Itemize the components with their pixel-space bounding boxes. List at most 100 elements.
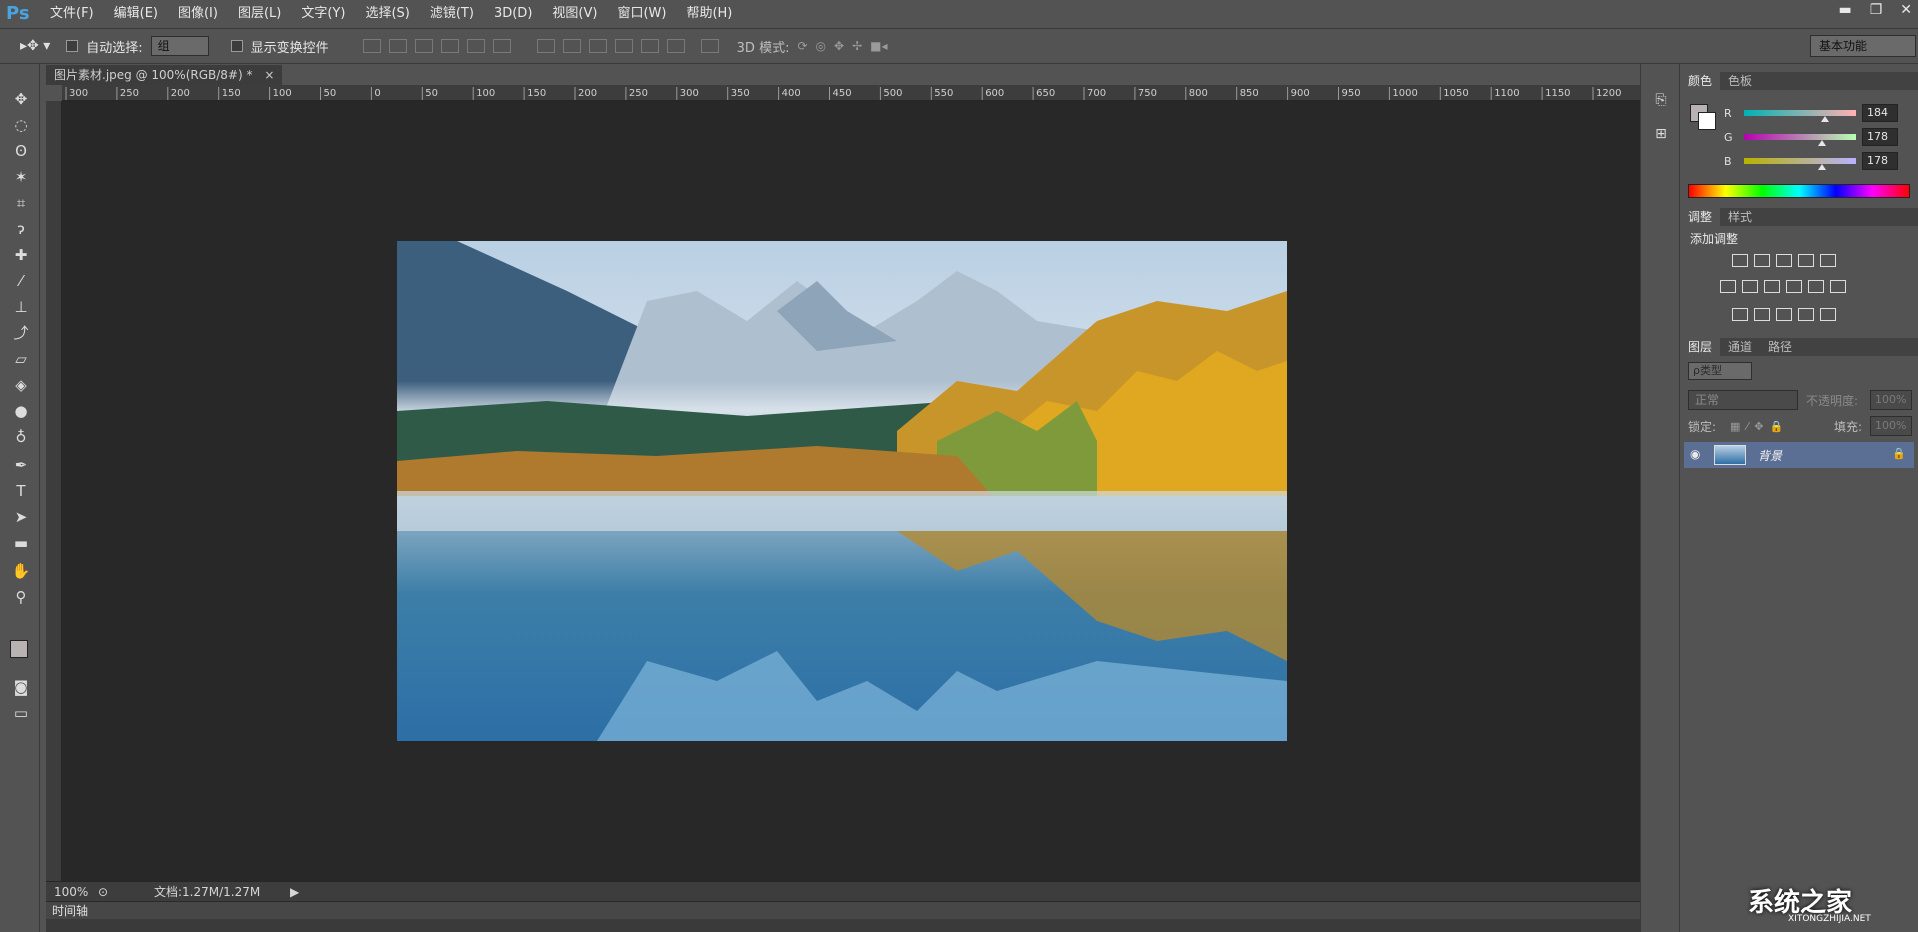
align-left-icon[interactable] bbox=[440, 39, 459, 53]
adjustment-12-icon[interactable] bbox=[1732, 308, 1748, 321]
adjustment-16-icon[interactable] bbox=[1820, 308, 1836, 321]
adjustment-11-icon[interactable] bbox=[1830, 280, 1846, 293]
pen-tool-icon[interactable]: ✒ bbox=[10, 454, 32, 476]
menu-layer[interactable]: 图层(L) bbox=[228, 0, 291, 28]
menu-select[interactable]: 选择(S) bbox=[355, 0, 419, 28]
timeline-panel-tab[interactable]: 时间轴 bbox=[46, 901, 1640, 919]
fill-field[interactable]: 100% bbox=[1870, 416, 1912, 436]
distribute-right-icon[interactable] bbox=[666, 39, 685, 53]
red-slider[interactable] bbox=[1744, 110, 1856, 122]
distribute-top-icon[interactable] bbox=[536, 39, 555, 53]
status-menu-arrow-icon[interactable]: ▶ bbox=[290, 882, 299, 902]
adjustment-4-icon[interactable] bbox=[1798, 254, 1814, 267]
vertical-ruler[interactable] bbox=[46, 101, 62, 881]
distribute-hcenter-icon[interactable] bbox=[640, 39, 659, 53]
menu-3d[interactable]: 3D(D) bbox=[484, 0, 542, 28]
3d-slide-icon[interactable]: ✢ bbox=[852, 39, 862, 53]
show-transform-checkbox[interactable] bbox=[230, 40, 243, 52]
dodge-tool-icon[interactable]: ♁ bbox=[10, 426, 32, 448]
tab-layers[interactable]: 图层 bbox=[1680, 338, 1721, 356]
tab-swatches[interactable]: 色板 bbox=[1720, 72, 1760, 90]
adjustment-6-icon[interactable] bbox=[1720, 280, 1736, 293]
distribute-bottom-icon[interactable] bbox=[588, 39, 607, 53]
blur-tool-icon[interactable]: ● bbox=[10, 400, 32, 422]
red-value[interactable]: 184 bbox=[1862, 104, 1898, 122]
menu-view[interactable]: 视图(V) bbox=[542, 0, 607, 28]
adjustment-5-icon[interactable] bbox=[1820, 254, 1836, 267]
color-spectrum-ramp[interactable] bbox=[1688, 184, 1910, 198]
distribute-vcenter-icon[interactable] bbox=[562, 39, 581, 53]
blue-value[interactable]: 178 bbox=[1862, 152, 1898, 170]
eyedropper-tool-icon[interactable]: ɂ bbox=[10, 218, 32, 240]
move-tool-preset-icon[interactable]: ▸✥ ▾ bbox=[20, 38, 50, 54]
distribute-left-icon[interactable] bbox=[614, 39, 633, 53]
menu-file[interactable]: 文件(F) bbox=[40, 0, 104, 28]
align-right-icon[interactable] bbox=[492, 39, 511, 53]
brush-tool-icon[interactable]: ⁄ bbox=[10, 270, 32, 292]
tab-styles[interactable]: 样式 bbox=[1720, 208, 1760, 226]
visibility-eye-icon[interactable]: ◉ bbox=[1690, 447, 1700, 461]
tab-color[interactable]: 颜色 bbox=[1680, 72, 1721, 90]
green-value[interactable]: 178 bbox=[1862, 128, 1898, 146]
menu-filter[interactable]: 滤镜(T) bbox=[420, 0, 484, 28]
paint-bucket-tool-icon[interactable]: ◈ bbox=[10, 374, 32, 396]
quick-mask-icon[interactable]: ◙ bbox=[10, 676, 32, 698]
blue-slider[interactable] bbox=[1744, 158, 1856, 170]
blue-slider-thumb[interactable] bbox=[1818, 164, 1827, 170]
auto-select-checkbox[interactable] bbox=[66, 40, 79, 52]
red-slider-thumb[interactable] bbox=[1820, 116, 1829, 122]
restore-button[interactable]: ❐ bbox=[1870, 2, 1883, 18]
lasso-tool-icon[interactable]: ʘ bbox=[10, 140, 32, 162]
menu-image[interactable]: 图像(I) bbox=[168, 0, 228, 28]
tab-adjustments[interactable]: 调整 bbox=[1680, 208, 1721, 226]
opacity-field[interactable]: 100% bbox=[1870, 390, 1912, 410]
menu-help[interactable]: 帮助(H) bbox=[676, 0, 742, 28]
layer-filter-dropdown[interactable]: ρ类型 bbox=[1688, 362, 1752, 380]
green-slider-thumb[interactable] bbox=[1818, 140, 1827, 146]
eraser-tool-icon[interactable]: ▱ bbox=[10, 348, 32, 370]
adjustment-10-icon[interactable] bbox=[1808, 280, 1824, 293]
3d-rotate-icon[interactable]: ⟳ bbox=[797, 39, 807, 53]
3d-scale-icon[interactable]: ■◂ bbox=[870, 39, 887, 53]
lock-icons[interactable]: ▦⁄✥🔒 bbox=[1730, 420, 1789, 433]
blend-mode-dropdown[interactable]: 正常 bbox=[1688, 390, 1798, 410]
hand-tool-icon[interactable]: ✋ bbox=[10, 560, 32, 582]
zoom-tool-icon[interactable]: ⚲ bbox=[10, 586, 32, 608]
adjustment-15-icon[interactable] bbox=[1798, 308, 1814, 321]
move-tool-icon[interactable]: ✥ bbox=[10, 88, 32, 110]
foreground-color-swatch[interactable] bbox=[10, 640, 28, 658]
tab-paths[interactable]: 路径 bbox=[1760, 338, 1800, 356]
auto-align-icon[interactable] bbox=[700, 39, 719, 53]
rectangle-tool-icon[interactable]: ▬ bbox=[10, 532, 32, 554]
clone-stamp-tool-icon[interactable]: ⊥ bbox=[10, 296, 32, 318]
3d-roll-icon[interactable]: ◎ bbox=[816, 39, 826, 53]
align-top-icon[interactable] bbox=[362, 39, 381, 53]
healing-brush-tool-icon[interactable]: ✚ bbox=[10, 244, 32, 266]
adjustment-2-icon[interactable] bbox=[1754, 254, 1770, 267]
color-background-swatch[interactable] bbox=[1698, 112, 1716, 130]
minimize-button[interactable]: ▬ bbox=[1838, 2, 1851, 18]
adjustment-3-icon[interactable] bbox=[1776, 254, 1792, 267]
adjustment-9-icon[interactable] bbox=[1786, 280, 1802, 293]
properties-panel-icon[interactable]: ⊞ bbox=[1651, 126, 1671, 146]
document-tab[interactable]: 图片素材.jpeg @ 100%(RGB/8#) * × bbox=[46, 65, 283, 85]
auto-select-dropdown[interactable]: 组 bbox=[150, 36, 209, 56]
close-document-icon[interactable]: × bbox=[264, 68, 274, 82]
magic-wand-tool-icon[interactable]: ✶ bbox=[10, 166, 32, 188]
adjustment-13-icon[interactable] bbox=[1754, 308, 1770, 321]
zoom-preview-icon[interactable]: ⊙ bbox=[98, 882, 108, 902]
history-brush-tool-icon[interactable]: ⤴ bbox=[10, 322, 32, 344]
menu-type[interactable]: 文字(Y) bbox=[291, 0, 355, 28]
tab-channels[interactable]: 通道 bbox=[1720, 338, 1760, 356]
adjustment-1-icon[interactable] bbox=[1732, 254, 1748, 267]
history-panel-icon[interactable]: ⎘ bbox=[1651, 92, 1671, 112]
adjustment-14-icon[interactable] bbox=[1776, 308, 1792, 321]
type-tool-icon[interactable]: T bbox=[10, 480, 32, 502]
menu-window[interactable]: 窗口(W) bbox=[607, 0, 676, 28]
crop-tool-icon[interactable]: ⌗ bbox=[10, 192, 32, 214]
align-bottom-icon[interactable] bbox=[414, 39, 433, 53]
screen-mode-icon[interactable]: ▭ bbox=[10, 702, 32, 724]
green-slider[interactable] bbox=[1744, 134, 1856, 146]
layer-name[interactable]: 背景 bbox=[1758, 447, 1782, 464]
close-button[interactable]: ✕ bbox=[1900, 2, 1912, 18]
